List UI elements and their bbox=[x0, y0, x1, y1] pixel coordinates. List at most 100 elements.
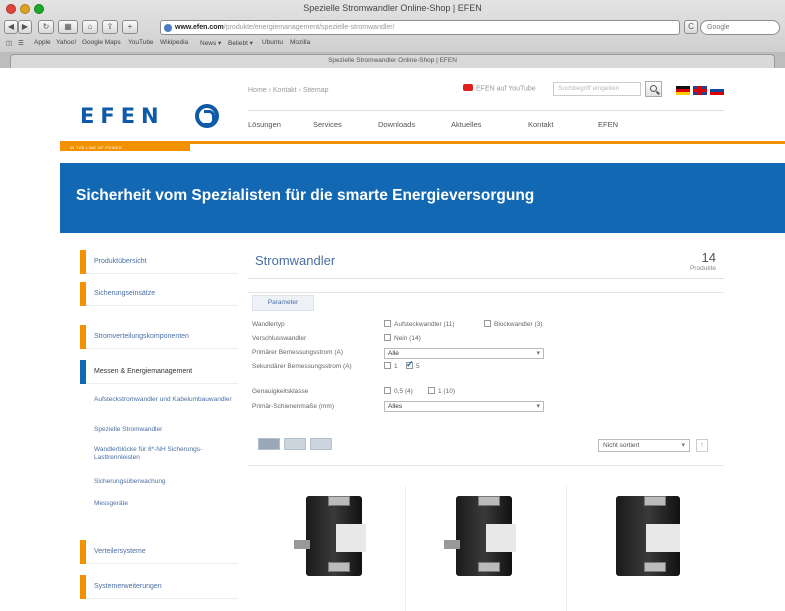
bookmark-item[interactable]: Yahoo! bbox=[56, 39, 76, 46]
bookmark-item[interactable]: Apple bbox=[34, 39, 51, 46]
nav-item-aktuelles[interactable]: Aktuelles bbox=[451, 120, 481, 129]
checkbox[interactable] bbox=[384, 320, 391, 327]
german-flag-icon[interactable] bbox=[676, 86, 690, 95]
url-path: /produkte/energiemanagement/spezielle-st… bbox=[223, 24, 395, 31]
search-icon[interactable] bbox=[645, 81, 662, 97]
sidebar-marker bbox=[80, 282, 86, 306]
forward-button[interactable]: ▶ bbox=[18, 20, 32, 34]
slovak-flag-icon[interactable] bbox=[710, 86, 724, 95]
youtube-link[interactable]: EFEN auf YouTube bbox=[463, 84, 536, 93]
product-card[interactable] bbox=[288, 488, 388, 598]
efen-logo[interactable]: EFEN bbox=[80, 104, 165, 128]
window-title: Spezielle Stromwandler Online-Shop | EFE… bbox=[303, 3, 482, 13]
grid-view-button[interactable] bbox=[258, 438, 280, 450]
address-bar[interactable]: www.efen.com/produkte/energiemanagement/… bbox=[160, 20, 680, 35]
sidebar-item-messen-energiemanagement[interactable]: Messen & Energiemanagement bbox=[80, 360, 238, 384]
option-label: 5 bbox=[416, 363, 420, 371]
sort-direction-button[interactable]: ↑ bbox=[696, 439, 708, 452]
filter-option[interactable]: 0,5 (4) bbox=[384, 387, 413, 395]
list-view-button[interactable] bbox=[284, 438, 306, 450]
terminal bbox=[478, 562, 500, 572]
nav-divider bbox=[248, 110, 724, 111]
reload-button[interactable]: ↻ bbox=[38, 20, 54, 34]
filter-option[interactable]: Aufsteckwandler (11) bbox=[384, 320, 455, 329]
product-label-plate bbox=[336, 524, 366, 552]
sidebar-item-produktuebersicht[interactable]: Produktübersicht bbox=[80, 250, 238, 274]
back-button[interactable]: ◀ bbox=[4, 20, 18, 34]
option-label: 1 bbox=[394, 363, 398, 371]
nav-item-downloads[interactable]: Downloads bbox=[378, 120, 415, 129]
filter-panel: Parameter Wandlertyp Aufsteckwandler (11… bbox=[248, 292, 724, 434]
checkbox[interactable] bbox=[428, 387, 435, 394]
sidebar-item-label: Verteilersysteme bbox=[94, 548, 146, 555]
primary-current-select[interactable]: Alle bbox=[384, 348, 544, 359]
table-view-button[interactable] bbox=[310, 438, 332, 450]
sidebar-item-verteilersysteme[interactable]: Verteilersysteme bbox=[80, 540, 238, 564]
filter-option[interactable]: Blockwandler (3) bbox=[484, 320, 542, 328]
topsites-button[interactable]: ▦ bbox=[58, 20, 78, 34]
sidebar-item-systemerweiterungen[interactable]: Systemerweiterungen bbox=[80, 575, 238, 599]
bookmark-item[interactable]: YouTube bbox=[128, 39, 154, 46]
uk-flag-icon[interactable] bbox=[693, 86, 707, 95]
filter-option[interactable]: Nein (14) bbox=[384, 334, 421, 343]
sidebar-subitem[interactable]: Wandlerblöcke für 8*-NH Sicherungs-Lastt… bbox=[94, 446, 238, 462]
nav-item-loesungen[interactable]: Lösungen bbox=[248, 120, 281, 129]
checkbox[interactable] bbox=[384, 362, 391, 369]
site-search-input[interactable]: Suchbegriff eingeben bbox=[553, 82, 641, 96]
product-count: 14 bbox=[701, 250, 716, 265]
bookmark-item[interactable]: Google Maps bbox=[82, 39, 121, 46]
column-divider bbox=[405, 486, 406, 611]
filter-label: Verschlusswandler bbox=[252, 335, 307, 342]
sidebar-item-sicherungseinsaetze[interactable]: Sicherungseinsätze bbox=[80, 282, 238, 306]
bookmarks-icon[interactable]: ☰ bbox=[18, 39, 24, 47]
filter-option[interactable]: 1 (10) bbox=[428, 387, 455, 395]
bookmark-item[interactable]: Wikipedia bbox=[160, 39, 188, 46]
browser-toolbar: ◀ ▶ ↻ ▦ ⌂ ⇪ + www.efen.com/produkte/ener… bbox=[0, 19, 785, 37]
nav-item-efen[interactable]: EFEN bbox=[598, 120, 618, 129]
sidebar-subitem[interactable]: Sicherungsüberwachung bbox=[94, 478, 238, 486]
busbar-size-select[interactable]: Alles bbox=[384, 401, 544, 412]
products-divider bbox=[248, 465, 724, 466]
product-card[interactable] bbox=[438, 488, 538, 598]
checkbox[interactable] bbox=[384, 387, 391, 394]
product-card[interactable] bbox=[598, 488, 698, 598]
nav-item-kontakt[interactable]: Kontakt bbox=[528, 120, 553, 129]
sort-select[interactable]: Nicht sortiert bbox=[598, 439, 690, 452]
bookmark-item[interactable]: News ▾ bbox=[200, 39, 221, 47]
reading-list-icon[interactable]: ◫ bbox=[6, 39, 12, 47]
filter-label: Primär-Schienenmaße (mm) bbox=[252, 403, 334, 410]
sidebar-item-label: Stromverteilungskomponenten bbox=[94, 333, 189, 340]
browser-search-field[interactable]: Google bbox=[700, 20, 780, 35]
nav-item-services[interactable]: Services bbox=[313, 120, 342, 129]
filter-label: Sekundärer Bemessungsstrom (A) bbox=[252, 363, 352, 370]
filter-option[interactable]: 5 bbox=[406, 359, 420, 371]
bookmark-item[interactable]: Beliebt ▾ bbox=[228, 39, 253, 47]
sidebar-marker bbox=[80, 250, 86, 274]
checkbox[interactable] bbox=[384, 334, 391, 341]
option-label: Aufsteckwandler (11) bbox=[394, 321, 455, 329]
sidebar-subitem[interactable]: Messgeräte bbox=[94, 500, 238, 508]
checkbox-checked[interactable] bbox=[406, 359, 414, 370]
tab-bar: Spezielle Stromwandler Online-Shop | EFE… bbox=[0, 52, 785, 68]
bookmark-item[interactable]: Ubuntu bbox=[262, 39, 283, 46]
sidebar-marker bbox=[80, 325, 86, 349]
option-label: Nein (14) bbox=[394, 335, 421, 343]
checkbox[interactable] bbox=[484, 320, 491, 327]
sidebar-item-stromverteilungskomponenten[interactable]: Stromverteilungskomponenten bbox=[80, 325, 238, 349]
url-domain: www.efen.com bbox=[175, 24, 224, 31]
meta-links[interactable]: Home › Kontakt › Sitemap bbox=[248, 87, 329, 94]
filter-option[interactable]: 1 bbox=[384, 362, 398, 371]
bookmark-item[interactable]: Mozilla bbox=[290, 39, 310, 46]
sidebar-subitem[interactable]: Spezielle Stromwandler bbox=[94, 426, 238, 434]
product-image bbox=[456, 496, 516, 576]
youtube-label: EFEN auf YouTube bbox=[476, 85, 536, 93]
tab-parameter[interactable]: Parameter bbox=[252, 295, 314, 311]
reader-button[interactable]: C bbox=[684, 20, 698, 34]
product-label-plate bbox=[646, 524, 680, 552]
browser-chrome: Spezielle Stromwandler Online-Shop | EFE… bbox=[0, 0, 785, 68]
sidebar-subitem[interactable]: Aufsteckstromwandler und Kabelumbauwandl… bbox=[94, 396, 238, 404]
add-bookmark-button[interactable]: + bbox=[122, 20, 138, 34]
browser-tab[interactable]: Spezielle Stromwandler Online-Shop | EFE… bbox=[10, 54, 775, 68]
share-button[interactable]: ⇪ bbox=[102, 20, 118, 34]
home-button[interactable]: ⌂ bbox=[82, 20, 98, 34]
